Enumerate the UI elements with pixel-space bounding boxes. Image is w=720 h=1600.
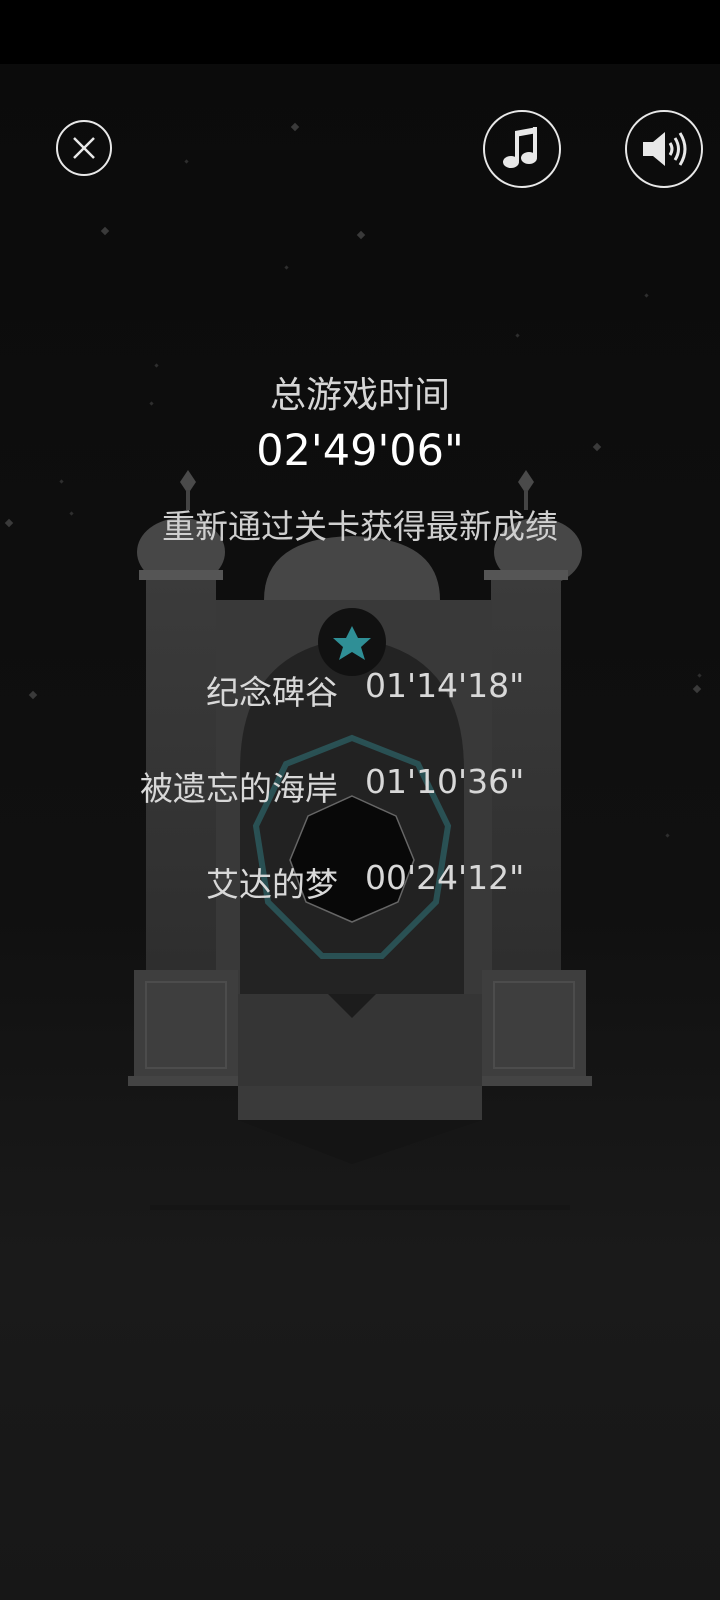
close-button[interactable] (56, 120, 112, 176)
star-icon (59, 479, 64, 484)
star-icon (592, 442, 602, 452)
star-icon (644, 293, 649, 298)
star-icon (692, 684, 702, 694)
star-icon (28, 690, 38, 700)
star-icon (100, 226, 110, 236)
star-icon (515, 333, 520, 338)
star-icon (4, 518, 14, 528)
star-icon (290, 122, 300, 132)
star-icon (665, 833, 670, 838)
close-icon (73, 137, 95, 159)
status-bar (0, 0, 720, 64)
music-note-icon (503, 127, 537, 168)
star-icon (149, 401, 154, 406)
speaker-icon (643, 132, 687, 166)
star-icon (154, 363, 159, 368)
star-icon (356, 230, 366, 240)
star-icon (284, 265, 289, 270)
star-icon (69, 511, 74, 516)
star-icon (184, 159, 189, 164)
monument-illustration (128, 470, 592, 1210)
music-toggle-button[interactable] (483, 110, 561, 188)
star-icon (697, 673, 702, 678)
sound-toggle-button[interactable] (625, 110, 703, 188)
